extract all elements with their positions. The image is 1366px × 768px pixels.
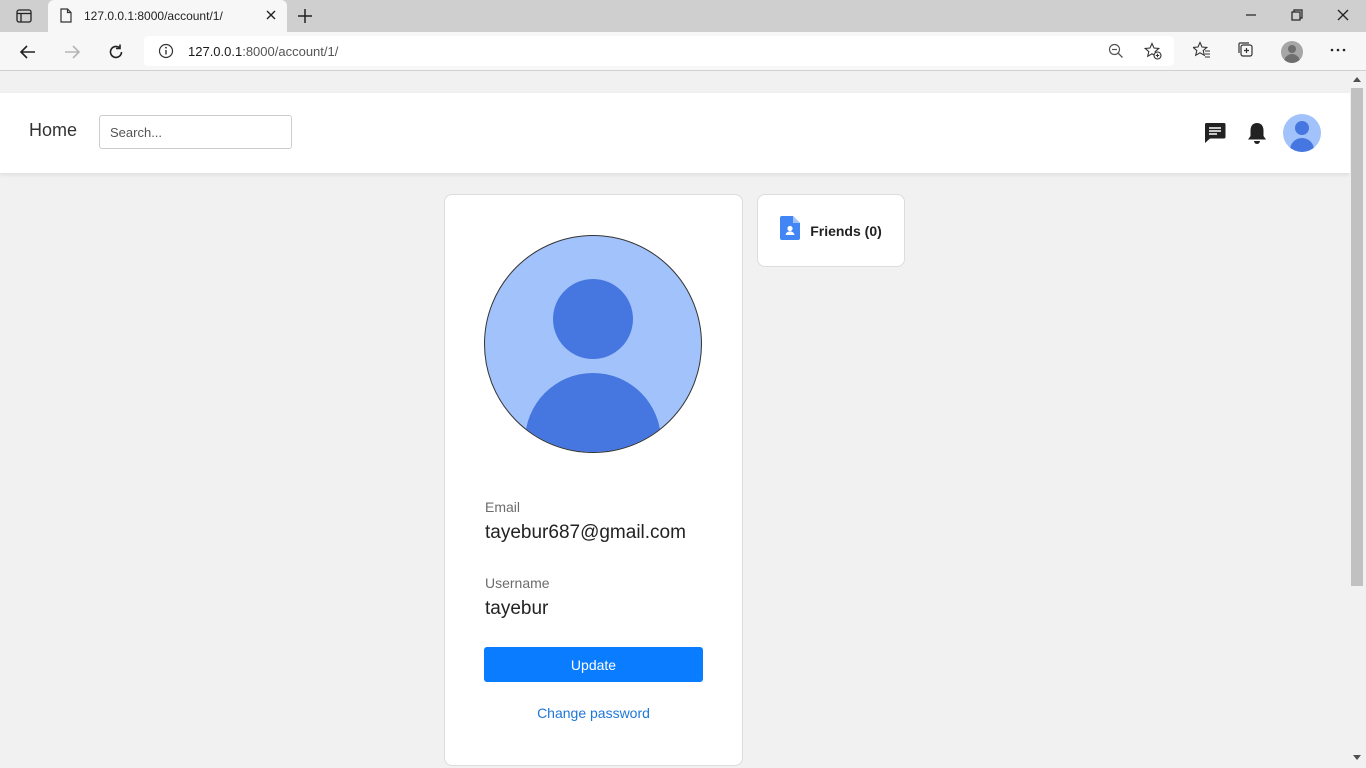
email-label: Email (485, 499, 521, 515)
url-path: :8000/account/1/ (242, 44, 339, 59)
browser-profile-icon[interactable] (1281, 41, 1303, 63)
change-password-link[interactable]: Change password (445, 705, 742, 721)
scroll-up-arrow-icon[interactable] (1353, 77, 1361, 82)
friends-card[interactable]: Friends (0) (757, 194, 905, 267)
collections-icon[interactable] (1237, 41, 1255, 64)
more-menu-icon[interactable] (1329, 41, 1347, 64)
tab-title: 127.0.0.1:8000/account/1/ (84, 9, 223, 23)
favorites-icon[interactable] (1191, 41, 1211, 64)
site-info-icon[interactable] (158, 43, 174, 64)
refresh-icon[interactable] (105, 41, 127, 63)
chat-icon[interactable] (1203, 121, 1227, 150)
username-label: Username (485, 575, 550, 591)
contact-document-icon (780, 216, 801, 245)
tab-close-icon[interactable] (264, 8, 278, 27)
add-favorite-icon[interactable] (1143, 42, 1162, 65)
url-text: 127.0.0.1:8000/account/1/ (188, 44, 338, 59)
browser-tab-bar: 127.0.0.1:8000/account/1/ (0, 0, 1366, 32)
home-link[interactable]: Home (29, 120, 77, 141)
profile-avatar (484, 235, 702, 453)
back-arrow-icon[interactable] (17, 41, 39, 63)
document-icon (60, 8, 72, 28)
new-tab-icon[interactable] (296, 7, 314, 30)
email-value: tayebur687@gmail.com (485, 522, 686, 543)
bell-icon[interactable] (1246, 121, 1268, 150)
scroll-down-arrow-icon[interactable] (1353, 755, 1361, 760)
address-bar[interactable]: 127.0.0.1:8000/account/1/ (144, 36, 1174, 66)
update-button[interactable]: Update (484, 647, 703, 682)
browser-tab[interactable]: 127.0.0.1:8000/account/1/ (48, 0, 287, 32)
zoom-out-icon[interactable] (1108, 43, 1124, 64)
minimize-icon[interactable] (1244, 8, 1258, 27)
search-input[interactable] (99, 115, 292, 149)
friends-label: Friends (0) (810, 222, 882, 239)
user-avatar[interactable] (1283, 114, 1321, 152)
page-viewport: Home Email tayebur687@gmail.com Username… (0, 72, 1350, 768)
window-close-icon[interactable] (1336, 8, 1350, 27)
username-value: tayebur (485, 598, 549, 619)
scrollbar-thumb[interactable] (1351, 88, 1363, 586)
browser-toolbar: 127.0.0.1:8000/account/1/ (0, 32, 1366, 71)
forward-arrow-icon[interactable] (61, 41, 83, 63)
profile-card: Email tayebur687@gmail.com Username taye… (444, 194, 743, 766)
url-host: 127.0.0.1 (188, 44, 243, 59)
site-header: Home (0, 93, 1350, 173)
tab-actions-icon[interactable] (10, 6, 38, 26)
restore-icon[interactable] (1290, 8, 1304, 27)
